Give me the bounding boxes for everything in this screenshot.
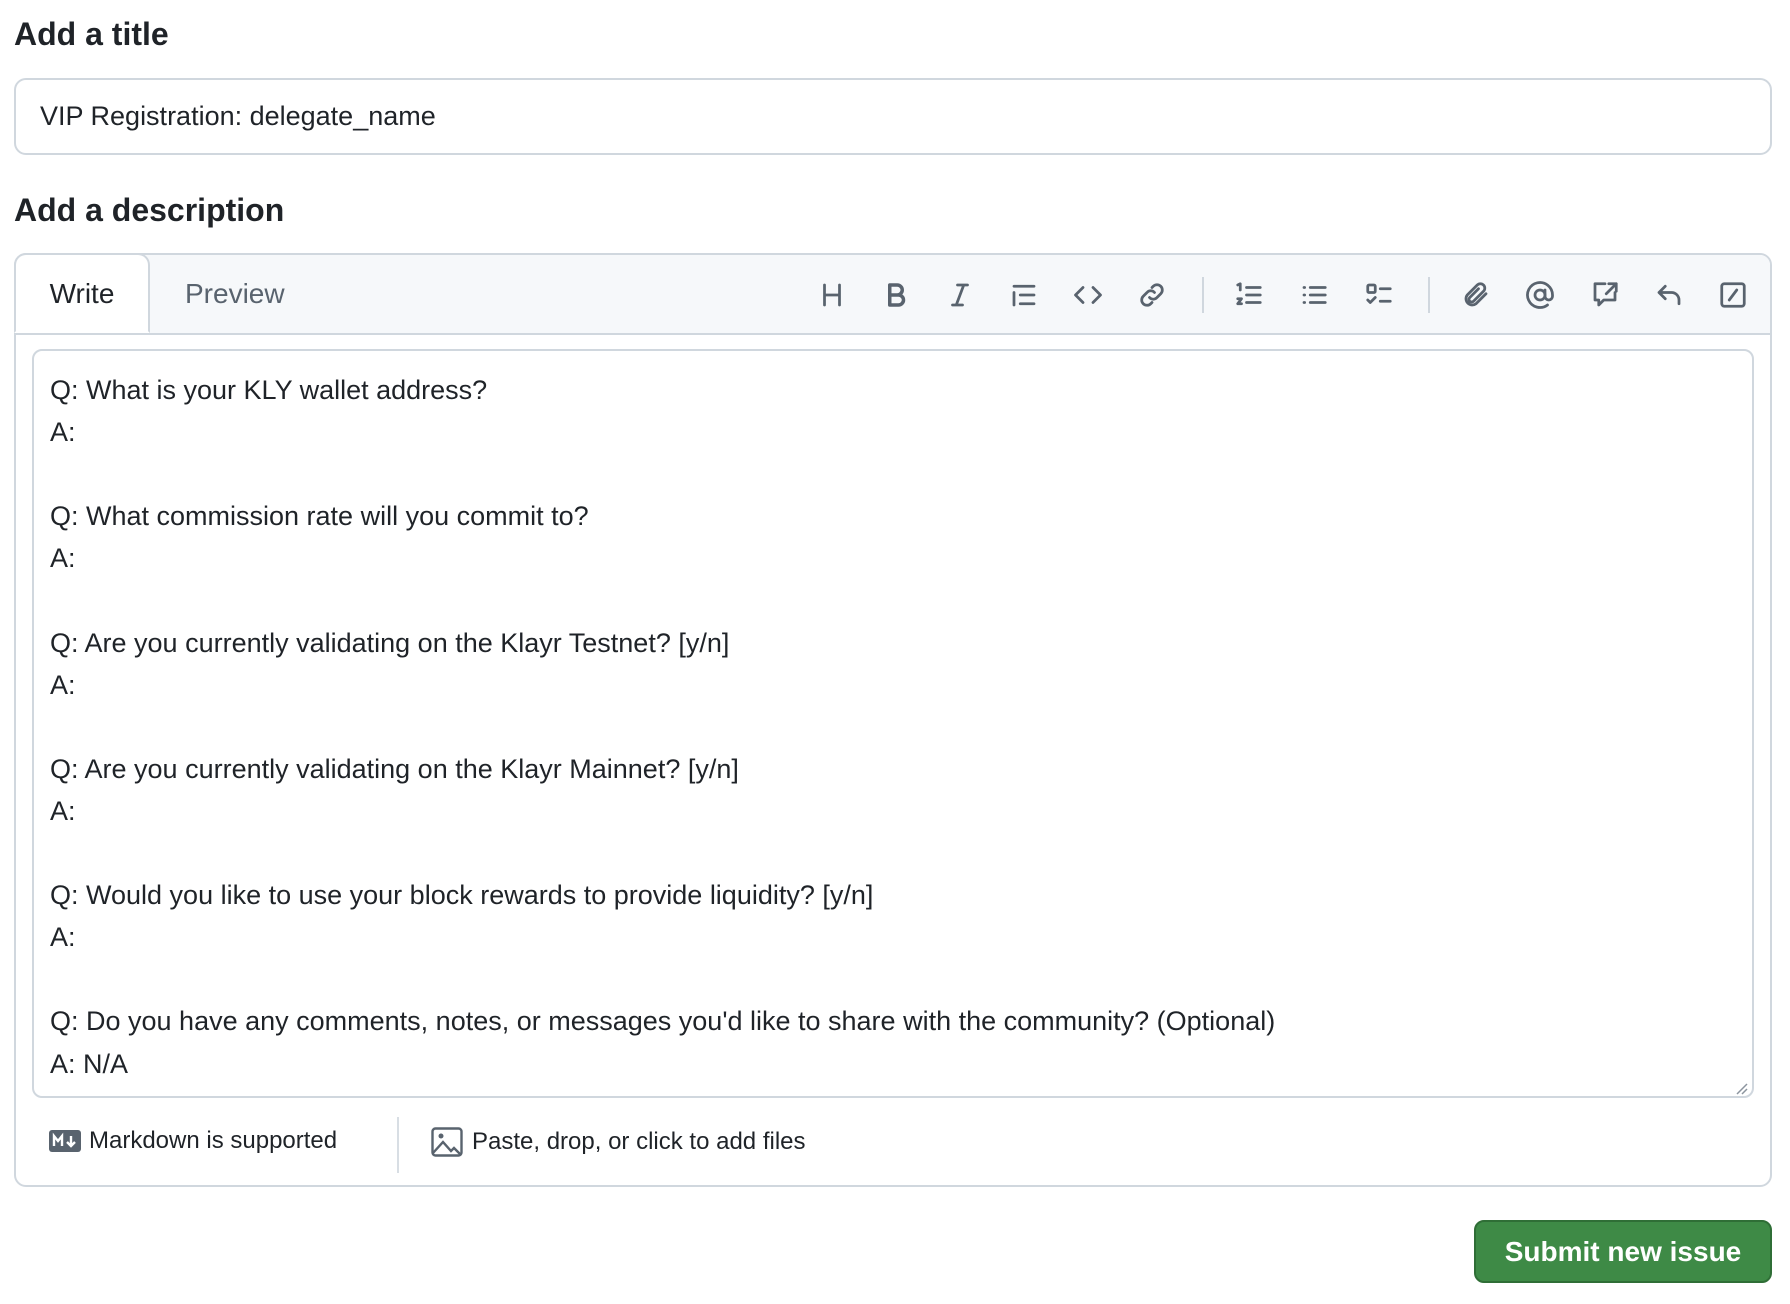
cross-reference-icon[interactable] [1585,275,1625,315]
add-files-label: Paste, drop, or click to add files [472,1128,806,1155]
slash-command-icon[interactable] [1713,275,1753,315]
toolbar-divider [1428,277,1430,313]
title-heading: Add a title [14,16,169,52]
tab-write[interactable]: Write [14,253,150,333]
description-textarea[interactable]: Q: What is your KLY wallet address? A: Q… [32,349,1754,1098]
quote-icon[interactable] [1004,275,1044,315]
task-list-icon[interactable] [1359,275,1399,315]
toolbar-divider [1202,277,1204,313]
footer-divider [397,1117,399,1173]
mention-icon[interactable] [1520,275,1560,315]
description-heading: Add a description [14,192,285,228]
reply-icon[interactable] [1649,275,1689,315]
italic-icon[interactable] [940,275,980,315]
editor-footer: Markdown is supported Paste, drop, or cl… [16,1115,1770,1175]
editor-toolbar: Write Preview [14,253,1770,335]
description-editor: Write Preview Q: What is your KLY wallet… [14,253,1772,1187]
add-files-button[interactable]: Paste, drop, or click to add files [431,1127,806,1157]
heading-icon[interactable] [812,275,852,315]
tab-preview[interactable]: Preview [185,255,285,333]
unordered-list-icon[interactable] [1294,275,1334,315]
link-icon[interactable] [1132,275,1172,315]
resize-handle[interactable] [1734,1081,1748,1095]
submit-new-issue-button[interactable]: Submit new issue [1474,1220,1772,1283]
image-icon [431,1127,463,1157]
ordered-list-icon[interactable] [1229,275,1269,315]
markdown-label: Markdown is supported [89,1127,338,1154]
title-input[interactable] [14,78,1772,155]
code-icon[interactable] [1068,275,1108,315]
bold-icon[interactable] [876,275,916,315]
attach-icon[interactable] [1456,275,1496,315]
markdown-icon [49,1130,81,1152]
markdown-support-link[interactable]: Markdown is supported [49,1127,337,1155]
